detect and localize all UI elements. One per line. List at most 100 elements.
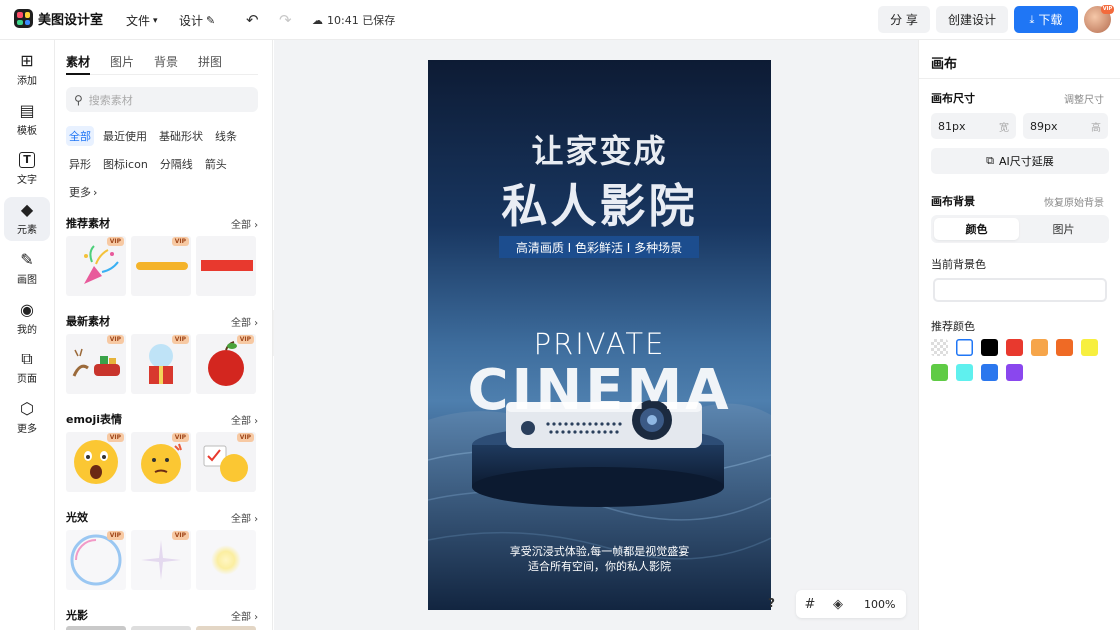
rail-item-draw[interactable]: ✎ 画图 bbox=[4, 247, 50, 291]
logo-mark-icon bbox=[14, 9, 33, 28]
asset-apple[interactable]: VIP bbox=[196, 334, 256, 394]
swatch-black[interactable] bbox=[981, 339, 998, 356]
rail-item-add[interactable]: ⊞ 添加 bbox=[4, 48, 50, 92]
bg-type-toggle: 颜色 图片 bbox=[931, 215, 1109, 243]
glow-shape bbox=[211, 545, 241, 575]
create-design-button[interactable]: 创建设计 bbox=[936, 6, 1008, 33]
bg-image-tab[interactable]: 图片 bbox=[1021, 218, 1106, 240]
chip-recent[interactable]: 最近使用 bbox=[100, 126, 150, 146]
rail-item-page[interactable]: ⧉ 页面 bbox=[4, 346, 50, 390]
bg-color-tab[interactable]: 颜色 bbox=[934, 218, 1019, 240]
rail-label: 我的 bbox=[17, 325, 37, 336]
asset-party-popper[interactable]: VIP bbox=[66, 236, 126, 296]
help-button[interactable]: ? bbox=[768, 596, 775, 610]
chip-more[interactable]: 更多 › bbox=[66, 182, 100, 202]
share-button[interactable]: 分 享 bbox=[878, 6, 930, 33]
see-all-link[interactable]: 全部 › bbox=[231, 510, 258, 525]
swatch-purple[interactable] bbox=[1006, 364, 1023, 381]
asset-snow-globe-gift[interactable]: VIP bbox=[131, 334, 191, 394]
poster-headline-1[interactable]: 让家变成 bbox=[428, 126, 771, 172]
chip-more-label: 更多 bbox=[69, 186, 91, 199]
swatch-red[interactable] bbox=[1006, 339, 1023, 356]
chip-basic-shapes[interactable]: 基础形状 bbox=[156, 126, 206, 146]
tab-images[interactable]: 图片 bbox=[110, 53, 134, 70]
panel-title: 画布 bbox=[931, 57, 958, 72]
zoom-level[interactable]: 100% bbox=[864, 598, 895, 611]
chip-arrows[interactable]: 箭头 bbox=[202, 154, 230, 174]
cube-icon: ⬡ bbox=[20, 399, 34, 418]
asset-light-shadow[interactable] bbox=[66, 626, 126, 630]
swatch-blue[interactable] bbox=[981, 364, 998, 381]
resize-link[interactable]: 调整尺寸 bbox=[1064, 91, 1104, 106]
see-all-link[interactable]: 全部 › bbox=[231, 608, 258, 623]
tab-backgrounds[interactable]: 背景 bbox=[154, 53, 178, 70]
asset-glow[interactable] bbox=[196, 530, 256, 590]
chip-irregular[interactable]: 异形 bbox=[66, 154, 94, 174]
text-icon: T bbox=[19, 152, 35, 168]
swatch-green[interactable] bbox=[931, 364, 948, 381]
layers-icon[interactable]: ◈ bbox=[824, 597, 852, 612]
poster-cinema-text[interactable]: CINEMA bbox=[428, 358, 771, 423]
poster-private-text[interactable]: PRIVATE bbox=[428, 327, 771, 361]
search-input[interactable]: ⚲ 搜索素材 bbox=[66, 87, 258, 112]
poster-tagline[interactable]: 高清画质 I 色彩鲜活 I 多种场景 bbox=[499, 236, 699, 258]
swatch-cyan[interactable] bbox=[956, 364, 973, 381]
section-title: 推荐素材 bbox=[66, 217, 110, 230]
tab-materials[interactable]: 素材 bbox=[66, 53, 90, 70]
chip-dividers[interactable]: 分隔线 bbox=[157, 154, 196, 174]
asset-light-shadow[interactable] bbox=[196, 626, 256, 630]
swatch-yellow[interactable] bbox=[1081, 339, 1098, 356]
asset-light-shadow[interactable] bbox=[131, 626, 191, 630]
chip-all[interactable]: 全部 bbox=[66, 126, 94, 146]
chip-icons[interactable]: 图标icon bbox=[100, 154, 151, 174]
undo-icon[interactable]: ↶ bbox=[246, 11, 259, 29]
asset-red-bar[interactable] bbox=[196, 236, 256, 296]
swatch-orange[interactable] bbox=[1056, 339, 1073, 356]
current-bg-color-field[interactable] bbox=[933, 278, 1107, 302]
see-all-label: 全部 bbox=[231, 514, 251, 525]
poster-footer-line-1[interactable]: 享受沉浸式体验,每一帧都是视觉盛宴 bbox=[428, 544, 771, 559]
download-button[interactable]: ⤓ 下载 bbox=[1014, 6, 1078, 33]
save-status-text: 10:41 已保存 bbox=[327, 14, 396, 27]
poster-headline-2[interactable]: 私人影院 bbox=[428, 170, 771, 236]
asset-bubble[interactable]: VIP bbox=[66, 530, 126, 590]
share-label: 分 享 bbox=[890, 13, 918, 27]
see-all-link[interactable]: 全部 › bbox=[231, 412, 258, 427]
rail-item-more[interactable]: ⬡ 更多 bbox=[4, 396, 50, 440]
rail-label: 页面 bbox=[17, 374, 37, 385]
grid-icon[interactable]: # bbox=[796, 597, 824, 612]
chip-lines[interactable]: 线条 bbox=[212, 126, 240, 146]
asset-emoji-thinking[interactable]: VIP bbox=[131, 432, 191, 492]
rail-item-template[interactable]: ▤ 模板 bbox=[4, 98, 50, 142]
asset-sleigh[interactable]: VIP bbox=[66, 334, 126, 394]
asset-yellow-stroke[interactable]: VIP bbox=[131, 236, 191, 296]
vip-badge: VIP bbox=[106, 433, 124, 442]
poster-canvas[interactable]: 让家变成 私人影院 高清画质 I 色彩鲜活 I 多种场景 PRIVATE CIN… bbox=[428, 60, 771, 610]
rail-item-elements[interactable]: ◆ 元素 bbox=[4, 197, 50, 241]
see-all-link[interactable]: 全部 › bbox=[231, 314, 258, 329]
asset-emoji-checklist[interactable]: VIP bbox=[196, 432, 256, 492]
canvas-bg-label: 画布背景 bbox=[931, 195, 975, 208]
asset-emoji-shocked[interactable]: VIP bbox=[66, 432, 126, 492]
app-logo[interactable]: 美图设计室 bbox=[14, 9, 103, 28]
swatch-white[interactable] bbox=[956, 339, 973, 356]
swatch-light-orange[interactable] bbox=[1031, 339, 1048, 356]
width-field[interactable]: 81px 宽 bbox=[931, 113, 1016, 139]
tab-collage[interactable]: 拼图 bbox=[198, 53, 222, 70]
poster-footer-line-2[interactable]: 适合所有空间，你的私人影院 bbox=[428, 559, 771, 574]
canvas-size-label: 画布尺寸 bbox=[931, 92, 975, 105]
see-all-label: 全部 bbox=[231, 318, 251, 329]
vip-badge: VIP bbox=[171, 237, 189, 246]
file-menu[interactable]: 文件 ▾ bbox=[126, 12, 158, 29]
swatch-transparent[interactable] bbox=[931, 339, 948, 356]
asset-star-flare[interactable]: VIP bbox=[131, 530, 191, 590]
save-status: ☁ 10:41 已保存 bbox=[312, 12, 395, 28]
rail-item-mine[interactable]: ◉ 我的 bbox=[4, 297, 50, 341]
rail-item-text[interactable]: T 文字 bbox=[4, 147, 50, 191]
redo-icon[interactable]: ↷ bbox=[279, 11, 292, 29]
design-menu[interactable]: 设计 ✎ bbox=[179, 12, 215, 29]
height-field[interactable]: 89px 高 bbox=[1023, 113, 1108, 139]
see-all-link[interactable]: 全部 › bbox=[231, 216, 258, 231]
reset-bg-link[interactable]: 恢复原始背景 bbox=[1044, 194, 1104, 209]
ai-resize-button[interactable]: ⧉ AI尺寸延展 bbox=[931, 148, 1109, 174]
